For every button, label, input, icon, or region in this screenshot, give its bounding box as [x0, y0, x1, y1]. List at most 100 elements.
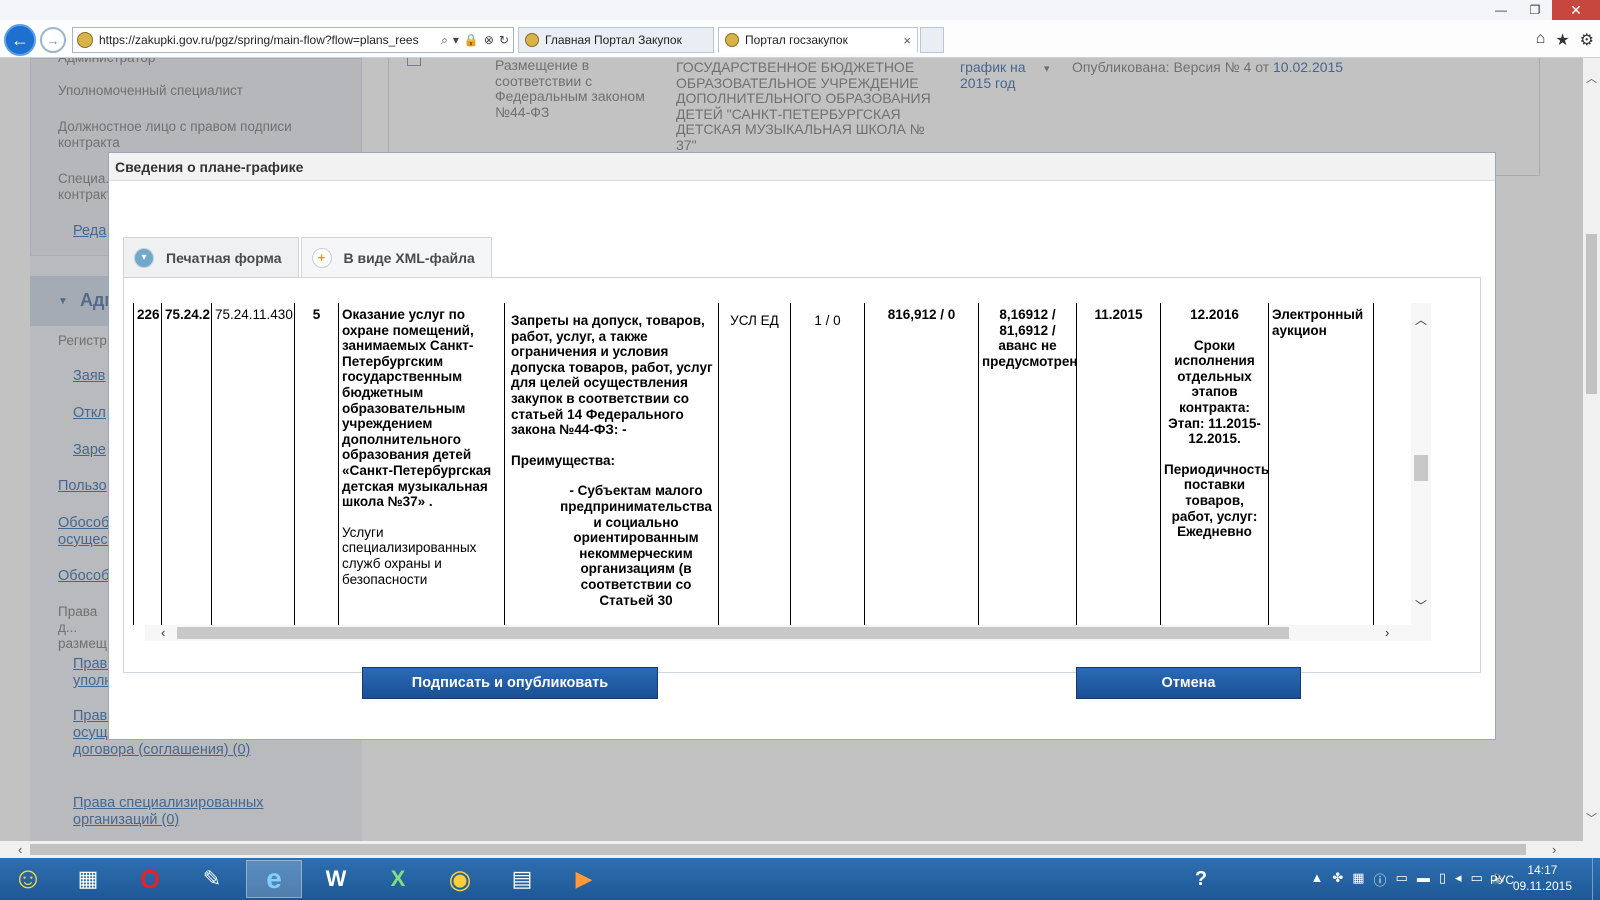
table-horizontal-scroll-thumb[interactable]: [177, 627, 1289, 639]
media-player-icon[interactable]: ▶: [556, 860, 612, 898]
plan-table: 226 75.24.2 75.24.11.430 5 Оказание услу…: [133, 303, 1410, 625]
end-date-text: 12.2016: [1190, 307, 1239, 322]
scroll-left-icon[interactable]: ‹: [161, 625, 165, 640]
cell-subject: Оказание услуг по охране помещений, зани…: [338, 303, 505, 613]
advantages-title: Преимущества:: [511, 452, 616, 468]
cancel-button[interactable]: Отмена: [1076, 667, 1301, 699]
tab-label: Печатная форма: [166, 249, 282, 266]
tab-xml-file[interactable]: + В виде XML-файла: [300, 237, 492, 277]
search-icon[interactable]: ⌕: [441, 33, 448, 48]
show-hidden-icons-icon[interactable]: ▲: [1310, 870, 1323, 889]
plan-schedule-modal: Сведения о плане-графике ▾ Печатная форм…: [108, 152, 1496, 740]
page-vertical-scroll-thumb[interactable]: [1586, 234, 1597, 394]
clock-time: 14:17: [1527, 863, 1558, 877]
scroll-up-icon[interactable]: ︿: [1586, 70, 1597, 86]
scroll-right-icon[interactable]: ›: [1552, 842, 1556, 857]
cell-unit: УСЛ ЕД: [718, 303, 791, 613]
control-panel-icon[interactable]: ▦: [60, 860, 116, 898]
tab-label: Главная Портал Закупок: [545, 33, 682, 47]
back-button[interactable]: ←: [4, 24, 36, 56]
battery-icon[interactable]: ▯: [1439, 870, 1446, 889]
display-icon[interactable]: ▭: [1471, 870, 1483, 889]
paint-icon[interactable]: ✎: [184, 860, 240, 898]
minimize-button[interactable]: —: [1484, 0, 1518, 20]
plus-icon: +: [311, 247, 332, 268]
scroll-down-icon[interactable]: ﹀: [1415, 597, 1427, 614]
info-icon[interactable]: ⓘ: [1374, 870, 1387, 889]
flag-icon[interactable]: ▬: [1417, 870, 1430, 889]
cell-quantity-2: 1 / 0: [790, 303, 865, 613]
cell-number: 226: [133, 303, 162, 613]
new-tab-button[interactable]: [920, 27, 944, 53]
cell-empty: [1373, 303, 1410, 613]
home-icon[interactable]: ⌂: [1536, 30, 1546, 50]
address-bar[interactable]: https://zakupki.gov.ru/pgz/spring/main-f…: [72, 27, 514, 53]
lock-icon[interactable]: 🔒: [464, 33, 479, 48]
page-horizontal-scroll-thumb[interactable]: [30, 844, 1526, 855]
scroll-down-icon[interactable]: ﹀: [1586, 810, 1597, 826]
tray-app-icon[interactable]: ✤: [1332, 870, 1343, 889]
clock[interactable]: 14:17 09.11.2015: [1513, 862, 1572, 894]
word-icon[interactable]: W: [308, 860, 364, 898]
stages-text: Сроки исполнения отдельных этапов контра…: [1168, 337, 1261, 447]
table-horizontal-scrollbar[interactable]: ‹ ›: [145, 625, 1431, 641]
table-vertical-scroll-thumb[interactable]: [1414, 455, 1428, 481]
cell-end-date: 12.2016 Сроки исполнения отдельных этапо…: [1160, 303, 1270, 613]
window-controls: — ❐ ✕: [1484, 0, 1600, 20]
site-emblem-icon: [525, 33, 539, 47]
maximize-button[interactable]: ❐: [1518, 0, 1552, 20]
subject-bold-text: Оказание услуг по охране помещений, зани…: [342, 307, 492, 510]
refresh-icon[interactable]: ↻: [499, 33, 509, 48]
tab-print-form[interactable]: ▾ Печатная форма: [123, 237, 299, 277]
sign-and-publish-button[interactable]: Подписать и опубликовать: [362, 667, 658, 699]
cell-okved: 75.24.2: [161, 303, 212, 613]
browser-chrome: — ❐ ✕ ← → https://zakupki.gov.ru/pgz/spr…: [0, 0, 1600, 58]
windows-taskbar: ☺ ▦ O ✎ e W X ◉ ▤ ▶ ? ▲ ✤ ▦ ⓘ ▭ ▬ ▯ ◂ ▭ …: [0, 858, 1600, 900]
tray-app-icon[interactable]: ▦: [1352, 870, 1364, 889]
scroll-left-icon[interactable]: ‹: [18, 842, 22, 857]
scroll-up-icon[interactable]: ︿: [1415, 311, 1427, 328]
language-indicator[interactable]: РУС: [1490, 873, 1514, 887]
clock-date: 09.11.2015: [1512, 879, 1572, 893]
cell-price: 816,912 / 0: [864, 303, 979, 613]
forward-button[interactable]: →: [40, 27, 66, 53]
modal-title: Сведения о плане-графике: [109, 153, 1495, 181]
tab-main-portal[interactable]: Главная Портал Закупок: [518, 27, 714, 53]
title-bar: — ❐ ✕: [0, 0, 1600, 20]
chevron-down-icon: ▾: [134, 247, 154, 268]
close-tab-icon[interactable]: ×: [903, 33, 911, 48]
plan-table-viewport: 226 75.24.2 75.24.11.430 5 Оказание услу…: [133, 303, 1410, 625]
close-window-button[interactable]: ✕: [1552, 0, 1600, 20]
internet-explorer-icon[interactable]: e: [246, 860, 302, 898]
page-horizontal-scrollbar[interactable]: ‹ ›: [0, 841, 1583, 858]
cell-guarantee: 8,16912 / 81,6912 / аванс не предусмотре…: [978, 303, 1078, 613]
table-row: 226 75.24.2 75.24.11.430 5 Оказание услу…: [133, 303, 1410, 613]
page-vertical-scrollbar[interactable]: ︿ ﹀: [1583, 58, 1600, 841]
cell-method: Электронный аукцион: [1268, 303, 1374, 613]
favorites-star-icon[interactable]: ★: [1555, 30, 1569, 50]
chevron-down-icon[interactable]: ▾: [453, 33, 459, 48]
url-text[interactable]: https://zakupki.gov.ru/pgz/spring/main-f…: [99, 33, 437, 47]
tab-label: В виде XML-файла: [343, 249, 475, 266]
address-bar-icons: ⌕ ▾ 🔒 ⊗ ↻: [441, 33, 509, 48]
cell-start-date: 11.2015: [1076, 303, 1161, 613]
stop-icon[interactable]: ⊗: [484, 33, 494, 48]
show-desktop-button[interactable]: [1592, 858, 1600, 900]
smiley-icon[interactable]: ☺: [0, 860, 56, 898]
chrome-icon[interactable]: ◉: [432, 860, 488, 898]
system-tray: ▲ ✤ ▦ ⓘ ▭ ▬ ▯ ◂ ▭ 🔈: [1310, 870, 1508, 889]
site-emblem-icon: [725, 33, 739, 47]
periodicity-text: Периодичность поставки товаров, работ, у…: [1164, 461, 1270, 540]
opera-icon[interactable]: O: [122, 860, 178, 898]
tray-app-icon[interactable]: ▭: [1396, 870, 1408, 889]
excel-icon[interactable]: X: [370, 860, 426, 898]
network-icon[interactable]: ◂: [1455, 870, 1462, 889]
calculator-icon[interactable]: ▤: [494, 860, 550, 898]
scroll-corner: [1583, 841, 1600, 858]
tab-goszakupki[interactable]: Портал госзакупок ×: [718, 27, 918, 53]
scroll-right-icon[interactable]: ›: [1385, 625, 1389, 640]
help-icon[interactable]: ?: [1184, 860, 1218, 898]
gear-icon[interactable]: ⚙: [1580, 30, 1594, 50]
table-vertical-scrollbar[interactable]: ︿ ﹀: [1411, 303, 1431, 625]
cell-quantity: 5: [294, 303, 339, 613]
